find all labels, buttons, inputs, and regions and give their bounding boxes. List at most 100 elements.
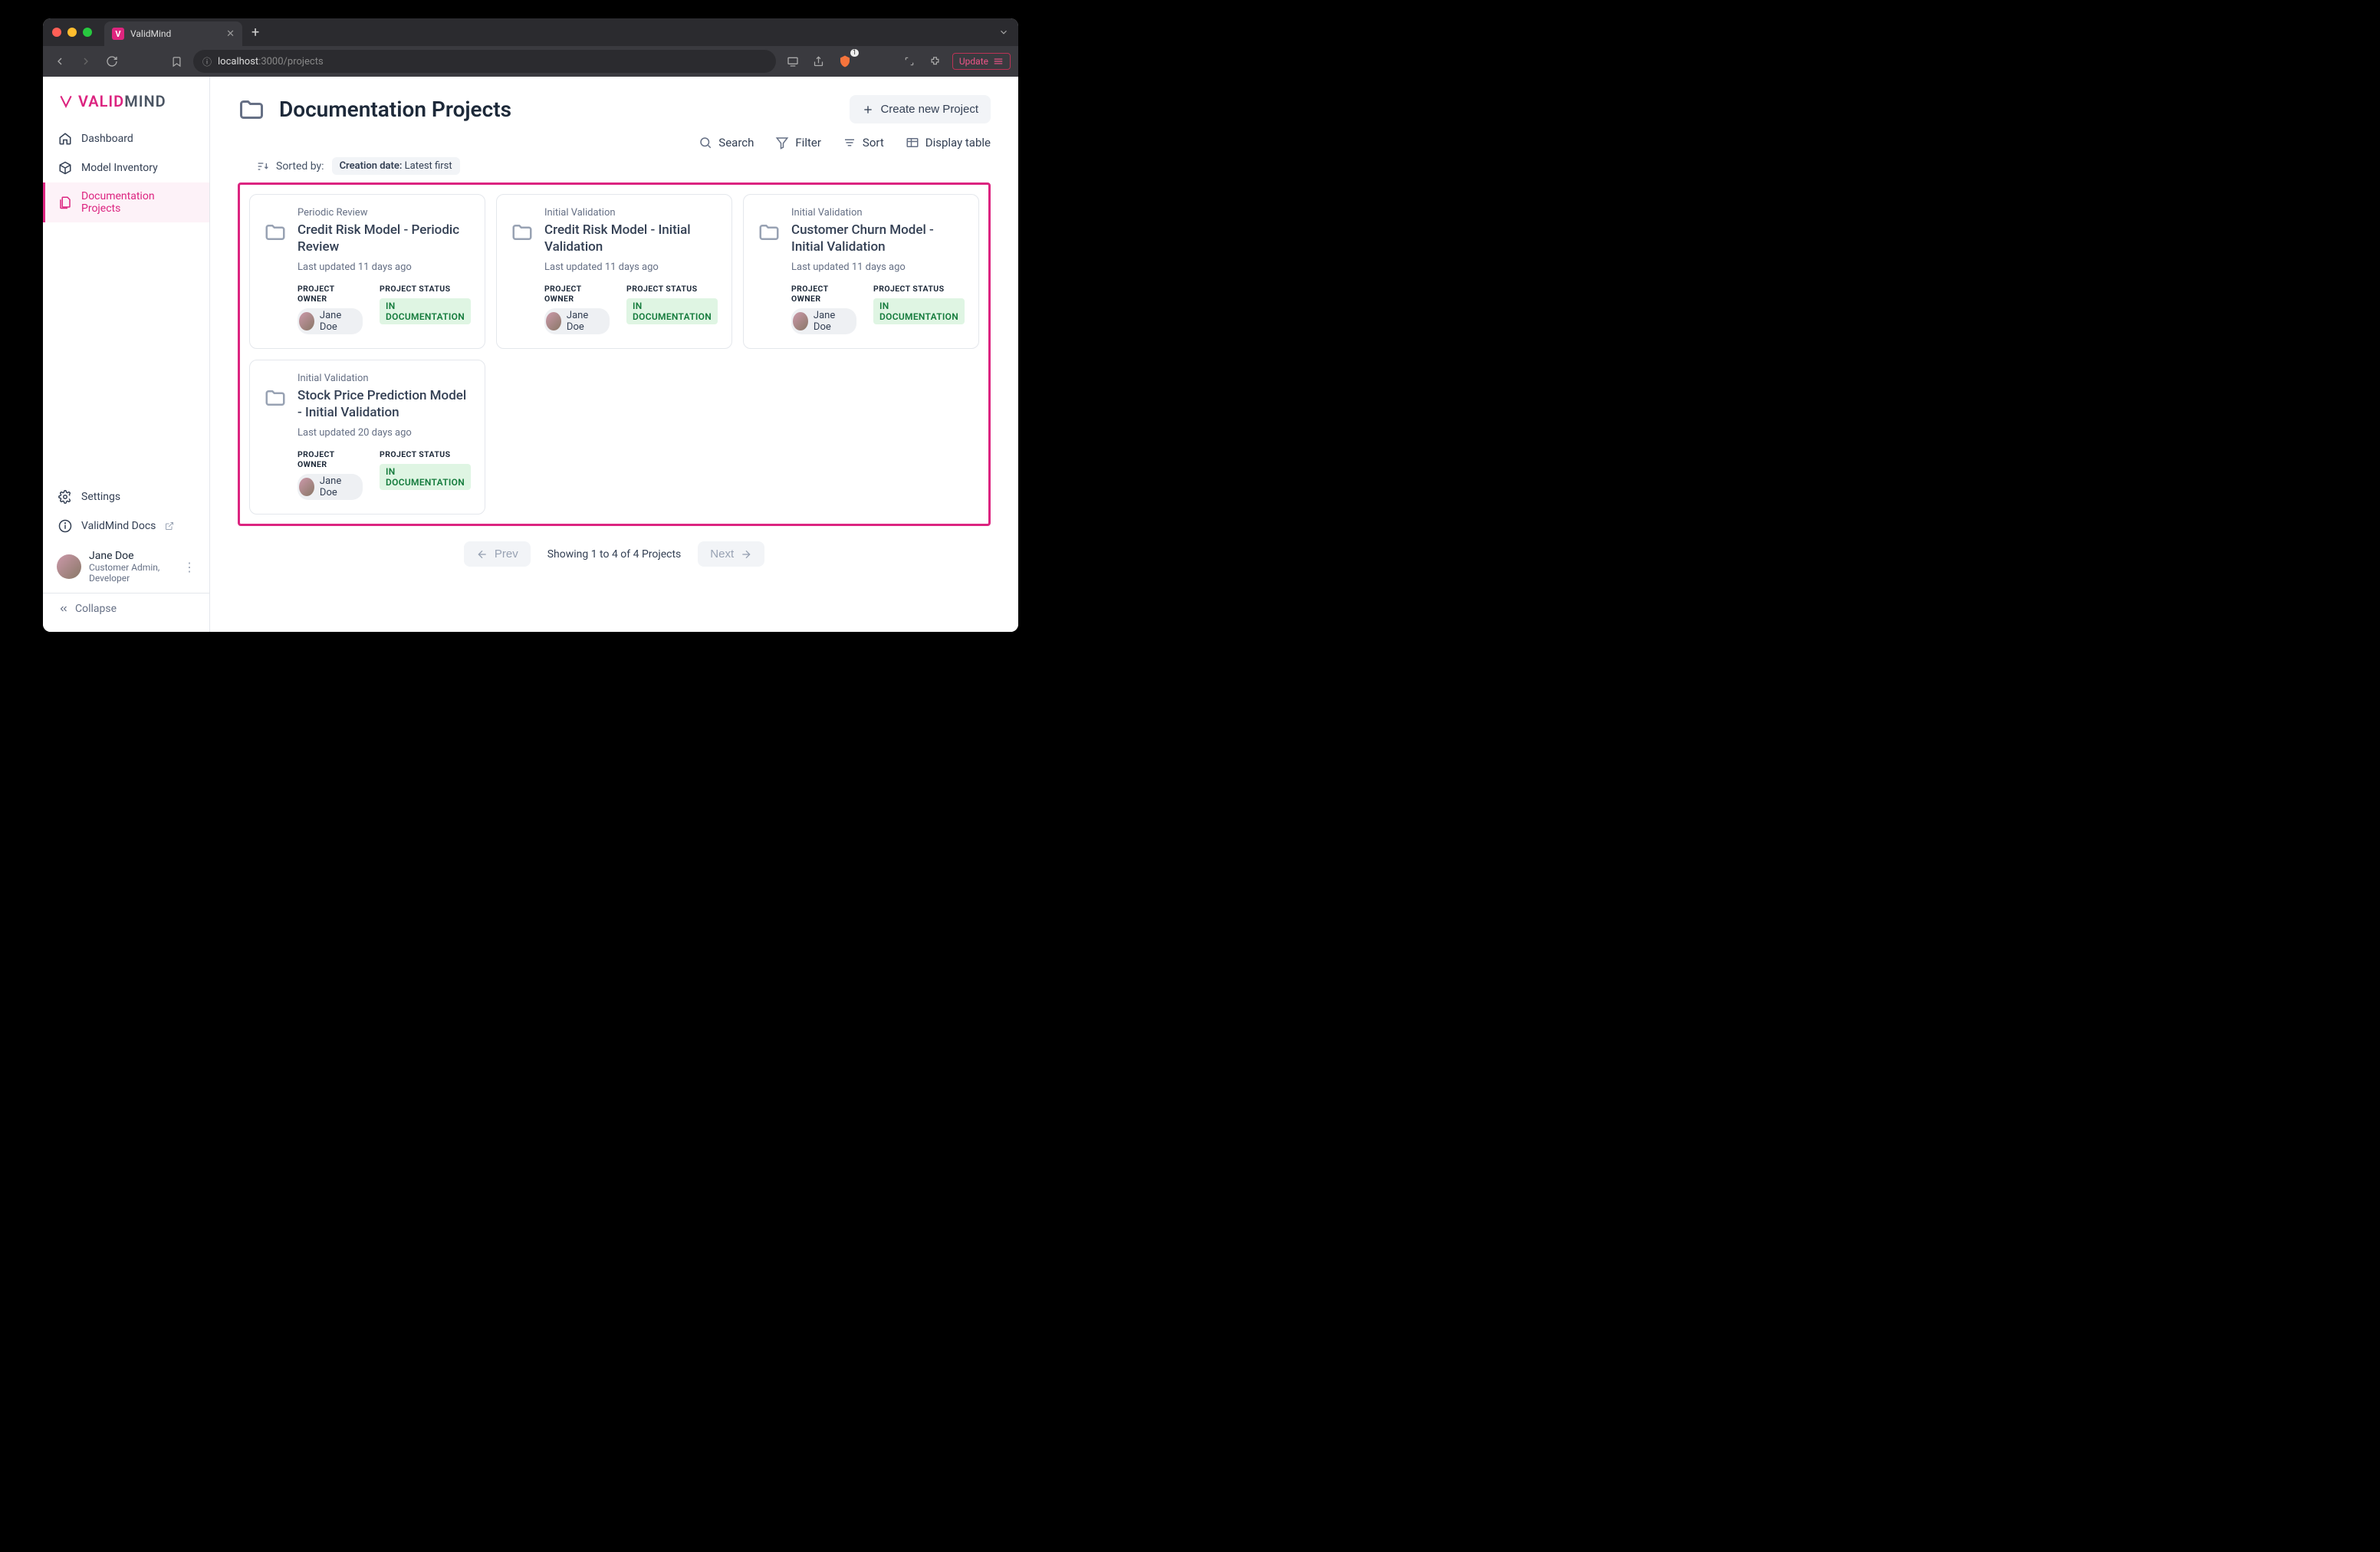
- project-card[interactable]: Initial Validation Stock Price Predictio…: [249, 360, 485, 515]
- project-type: Periodic Review: [298, 207, 471, 219]
- project-updated: Last updated 11 days ago: [544, 261, 718, 273]
- browser-window: V ValidMind ✕ + ⓘ: [43, 18, 1018, 632]
- page-header: Documentation Projects Create new Projec…: [238, 95, 991, 123]
- avatar: [546, 312, 561, 330]
- sort-chip[interactable]: Creation date: Latest first: [332, 157, 460, 175]
- search-label: Search: [718, 136, 754, 150]
- shield-button[interactable]: 1: [836, 52, 854, 71]
- project-title: Credit Risk Model - Initial Validation: [544, 222, 718, 255]
- filter-action[interactable]: Filter: [775, 136, 821, 150]
- arrow-right-icon: [740, 548, 752, 561]
- project-card[interactable]: Initial Validation Credit Risk Model - I…: [496, 194, 732, 349]
- owner-chip[interactable]: Jane Doe: [298, 308, 363, 334]
- close-tab-button[interactable]: ✕: [226, 28, 235, 40]
- next-page-button[interactable]: Next: [698, 541, 764, 567]
- bookmark-button[interactable]: [167, 52, 186, 71]
- tab-overflow-button[interactable]: [998, 27, 1018, 38]
- project-meta: PROJECT OWNER Jane Doe PROJECT STATUS IN…: [544, 284, 718, 334]
- documents-icon: [58, 196, 72, 209]
- sidebar-user[interactable]: Jane Doe Customer Admin, Developer ⋮: [43, 541, 209, 593]
- prev-page-button[interactable]: Prev: [464, 541, 531, 567]
- project-card[interactable]: Periodic Review Credit Risk Model - Peri…: [249, 194, 485, 349]
- browser-tab[interactable]: V ValidMind ✕: [104, 21, 242, 46]
- project-title: Credit Risk Model - Periodic Review: [298, 222, 471, 255]
- new-tab-button[interactable]: +: [242, 25, 268, 41]
- fullscreen-button[interactable]: [900, 52, 919, 71]
- folder-icon: [238, 96, 265, 123]
- display-label: Display table: [925, 136, 991, 150]
- avatar: [299, 478, 314, 496]
- create-project-button[interactable]: Create new Project: [850, 95, 991, 123]
- owner-column: PROJECT OWNER Jane Doe: [544, 284, 610, 334]
- sidebar-item-label: Documentation Projects: [81, 190, 194, 215]
- next-label: Next: [710, 547, 734, 561]
- project-title: Customer Churn Model - Initial Validatio…: [791, 222, 965, 255]
- project-card[interactable]: Initial Validation Customer Churn Model …: [743, 194, 979, 349]
- status-badge: IN DOCUMENTATION: [626, 298, 718, 324]
- owner-chip[interactable]: Jane Doe: [544, 308, 610, 334]
- sidebar-item-documentation-projects[interactable]: Documentation Projects: [43, 182, 209, 222]
- table-icon: [906, 136, 919, 150]
- folder-icon: [264, 207, 287, 334]
- favicon-icon: V: [112, 28, 124, 40]
- owner-name: Jane Doe: [320, 475, 354, 498]
- owner-column: PROJECT OWNER Jane Doe: [298, 284, 363, 334]
- collapse-label: Collapse: [75, 603, 117, 615]
- site-info-icon[interactable]: ⓘ: [202, 55, 212, 68]
- devtools-button[interactable]: [784, 52, 802, 71]
- page-title: Documentation Projects: [279, 97, 511, 122]
- owner-label: PROJECT OWNER: [544, 284, 610, 304]
- minimize-window-button[interactable]: [67, 28, 77, 37]
- sidebar-item-docs[interactable]: ValidMind Docs: [43, 511, 209, 541]
- project-type: Initial Validation: [544, 207, 718, 219]
- sidebar-item-settings[interactable]: Settings: [43, 482, 209, 511]
- display-table-action[interactable]: Display table: [906, 136, 991, 150]
- project-type: Initial Validation: [791, 207, 965, 219]
- sort-indicator-icon: [256, 160, 268, 173]
- shield-count: 1: [850, 49, 859, 57]
- project-meta: PROJECT OWNER Jane Doe PROJECT STATUS IN…: [791, 284, 965, 334]
- sidebar-item-dashboard[interactable]: Dashboard: [43, 124, 209, 153]
- folder-icon: [758, 207, 781, 334]
- address-bar[interactable]: ⓘ localhost:3000/projects: [193, 50, 776, 73]
- owner-chip[interactable]: Jane Doe: [298, 474, 363, 500]
- sort-action[interactable]: Sort: [843, 136, 884, 150]
- user-role: Customer Admin, Developer: [89, 562, 176, 584]
- projects-grid-highlight: Periodic Review Credit Risk Model - Peri…: [238, 182, 991, 526]
- sidebar: VALIDMIND Dashboard Model Inventory: [43, 77, 210, 632]
- main-content: Documentation Projects Create new Projec…: [210, 77, 1018, 632]
- sidebar-item-model-inventory[interactable]: Model Inventory: [43, 153, 209, 182]
- share-button[interactable]: [810, 52, 828, 71]
- owner-label: PROJECT OWNER: [791, 284, 856, 304]
- user-menu-button[interactable]: ⋮: [183, 560, 196, 574]
- avatar: [793, 312, 808, 330]
- pagination: Prev Showing 1 to 4 of 4 Projects Next: [238, 541, 991, 567]
- close-window-button[interactable]: [52, 28, 61, 37]
- sidebar-item-label: Dashboard: [81, 133, 133, 145]
- owner-column: PROJECT OWNER Jane Doe: [791, 284, 856, 334]
- card-body: Periodic Review Credit Risk Model - Peri…: [298, 207, 471, 334]
- owner-chip[interactable]: Jane Doe: [791, 308, 856, 334]
- forward-button[interactable]: [77, 52, 95, 71]
- extensions-button[interactable]: [926, 52, 945, 71]
- status-label: PROJECT STATUS: [380, 284, 471, 294]
- sidebar-item-label: ValidMind Docs: [81, 520, 156, 532]
- back-button[interactable]: [51, 52, 69, 71]
- search-action[interactable]: Search: [699, 136, 754, 150]
- url-text: localhost:3000/projects: [218, 56, 324, 67]
- project-title: Stock Price Prediction Model - Initial V…: [298, 387, 471, 421]
- list-toolbar: Search Filter Sort: [238, 123, 991, 153]
- title-group: Documentation Projects: [238, 96, 511, 123]
- gear-icon: [58, 490, 72, 504]
- logo[interactable]: VALIDMIND: [43, 92, 209, 124]
- status-badge: IN DOCUMENTATION: [380, 464, 471, 490]
- owner-name: Jane Doe: [320, 310, 354, 333]
- update-button[interactable]: Update: [952, 53, 1011, 70]
- plus-icon: [862, 104, 874, 116]
- reload-button[interactable]: [103, 52, 121, 71]
- owner-name: Jane Doe: [814, 310, 848, 333]
- maximize-window-button[interactable]: [83, 28, 92, 37]
- card-body: Initial Validation Stock Price Predictio…: [298, 373, 471, 500]
- owner-label: PROJECT OWNER: [298, 284, 363, 304]
- collapse-sidebar-button[interactable]: Collapse: [43, 593, 209, 624]
